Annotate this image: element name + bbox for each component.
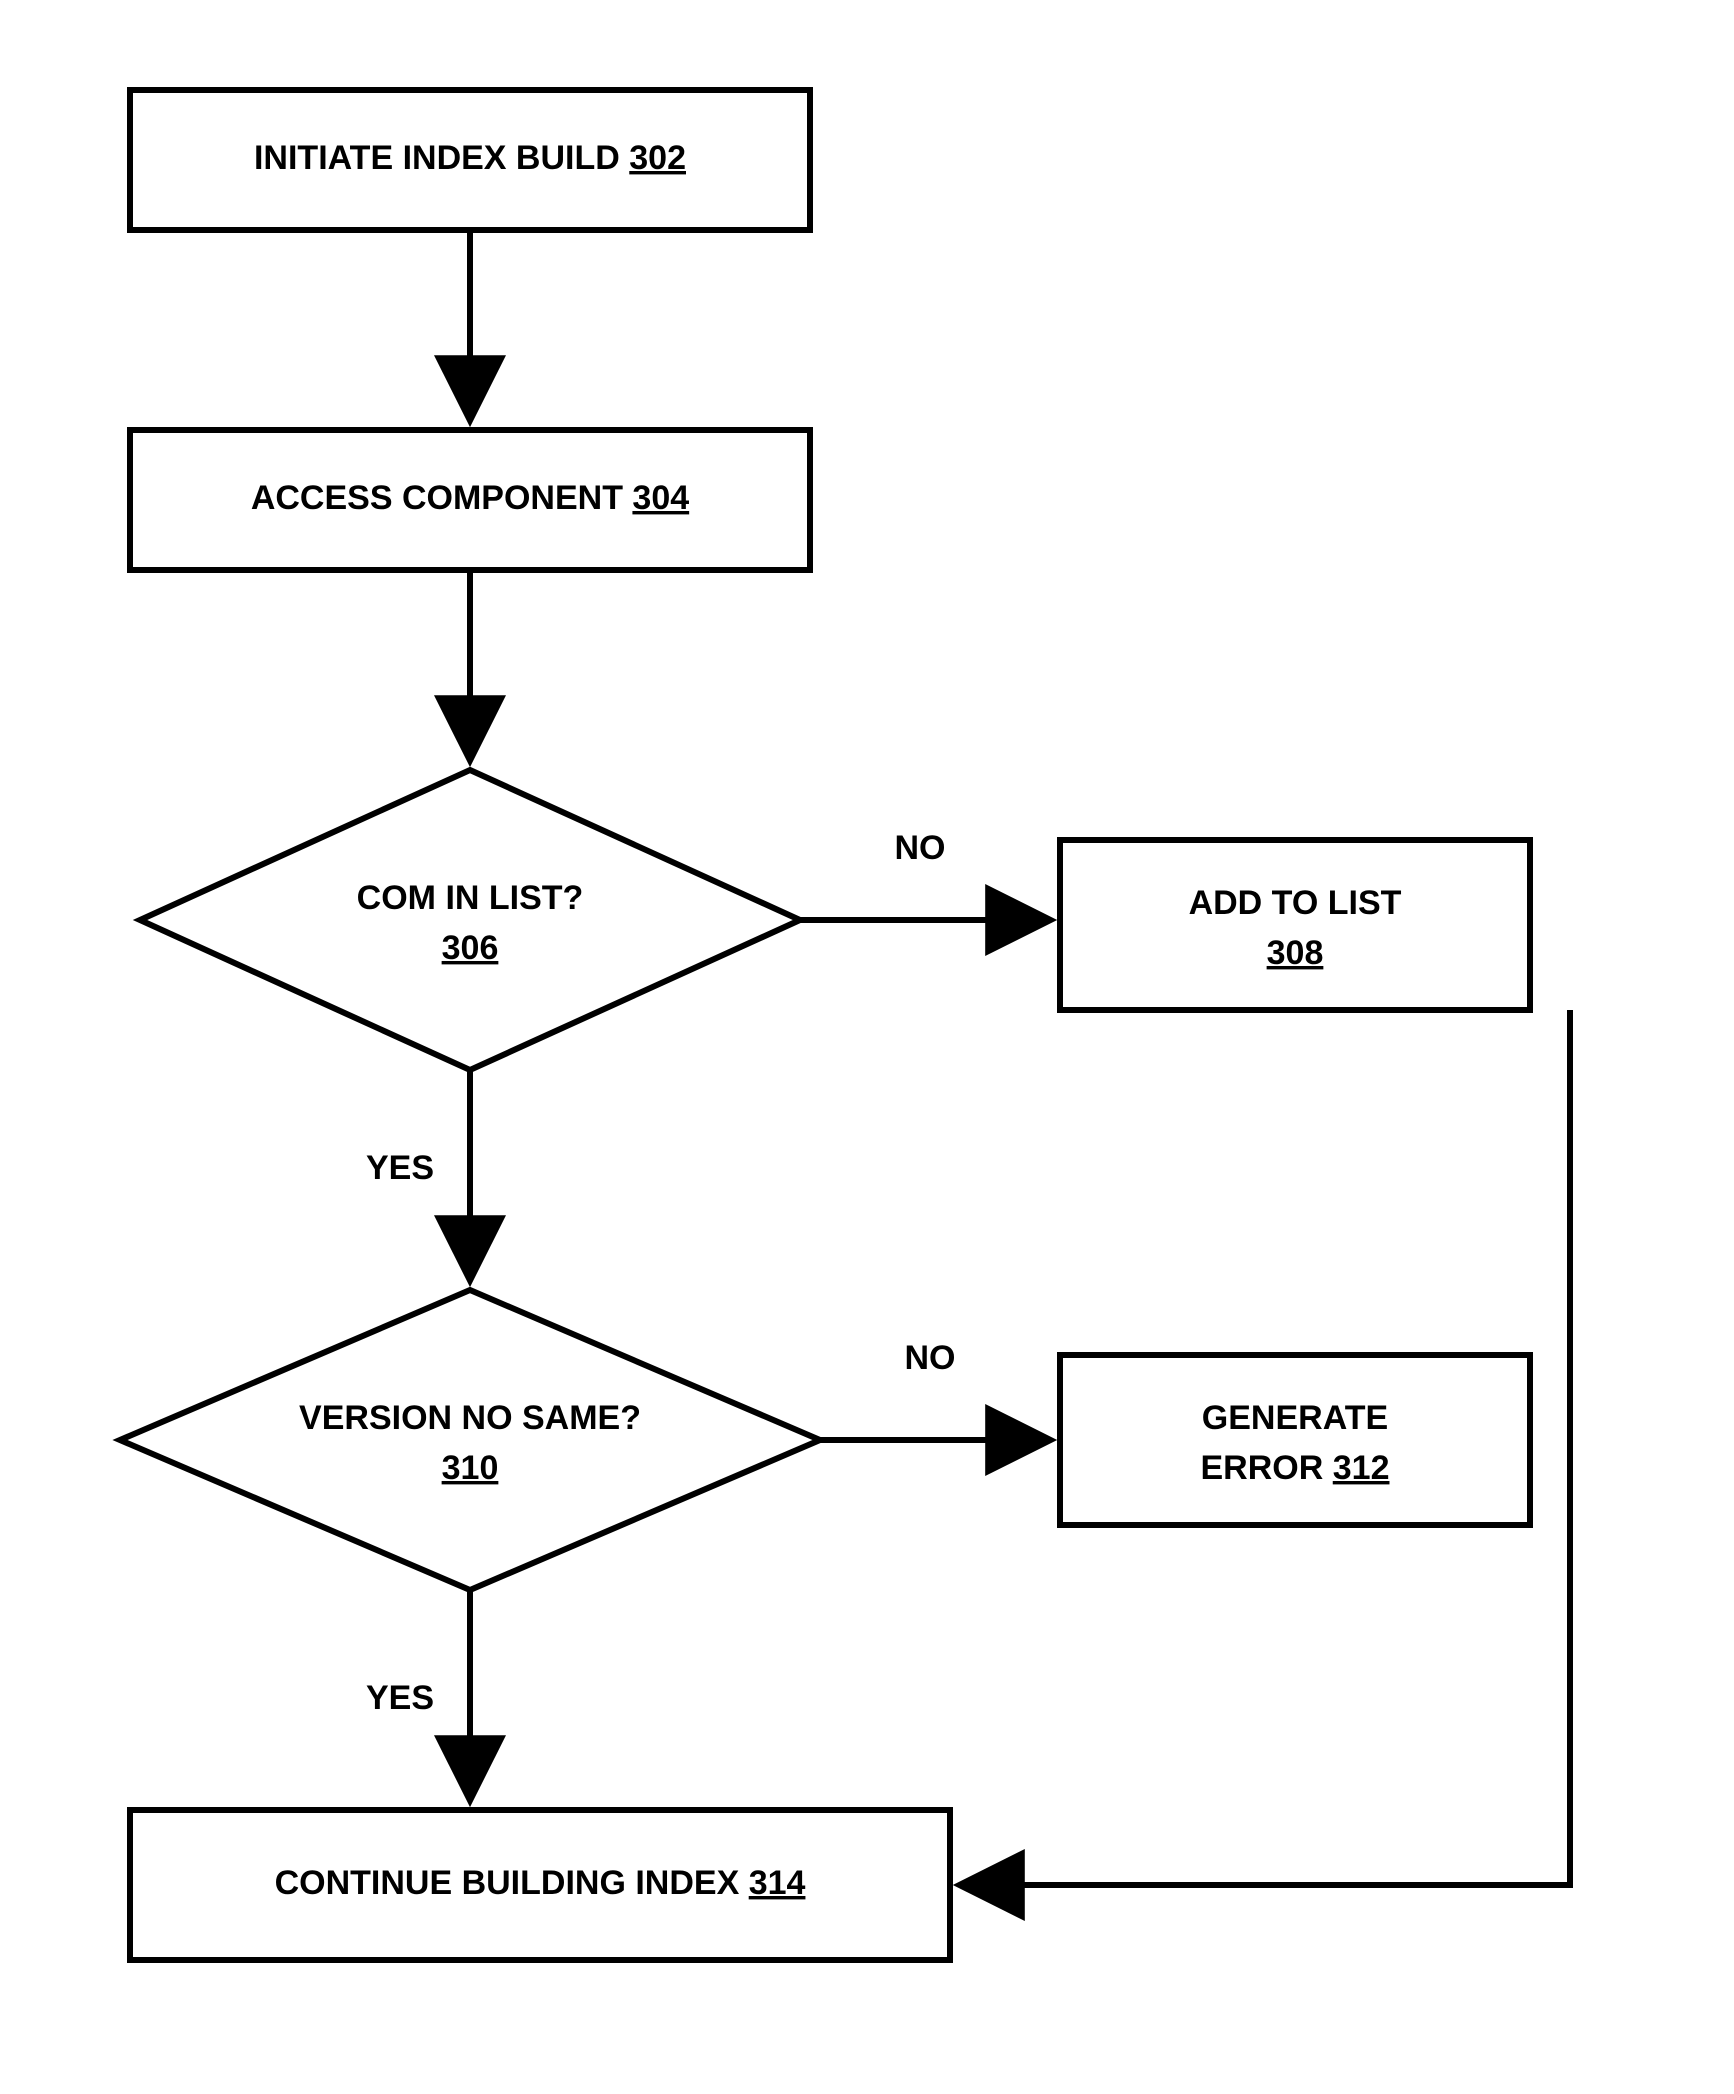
node-com-in-list: COM IN LIST? 306: [140, 770, 800, 1070]
node-314-ref: 314: [749, 1864, 806, 1902]
node-initiate-index-build: INITIATE INDEX BUILD 302: [130, 90, 810, 230]
node-generate-error: GENERATE ERROR 312: [1060, 1355, 1530, 1525]
node-304-label: ACCESS COMPONENT: [251, 479, 623, 517]
node-308-ref: 308: [1267, 934, 1324, 972]
node-310-label: VERSION NO SAME?: [299, 1399, 641, 1437]
node-302-label: INITIATE INDEX BUILD: [254, 139, 620, 177]
svg-text:ACCESS COMPONENT: ACCESS COMPONENT 304: [251, 479, 689, 517]
node-312-ref: 312: [1333, 1449, 1390, 1487]
node-306-ref: 306: [442, 929, 499, 967]
node-304-ref: 304: [632, 479, 689, 517]
node-continue-building-index: CONTINUE BUILDING INDEX 314: [130, 1810, 950, 1960]
node-308-label: ADD TO LIST: [1189, 884, 1402, 922]
node-312-label-b: ERROR: [1201, 1449, 1324, 1487]
edge-310-yes-label: YES: [366, 1679, 434, 1717]
node-access-component: ACCESS COMPONENT 304: [130, 430, 810, 570]
node-306-label: COM IN LIST?: [357, 879, 584, 917]
node-add-to-list: ADD TO LIST 308: [1060, 840, 1530, 1010]
svg-text:ERROR 312: ERROR 312: [1201, 1449, 1390, 1487]
node-310-ref: 310: [442, 1449, 499, 1487]
svg-text:CONTINUE BUILDING INDEX: CONTINUE BUILDING INDEX 314: [275, 1864, 806, 1902]
node-314-label: CONTINUE BUILDING INDEX: [275, 1864, 740, 1902]
flowchart: INITIATE INDEX BUILD 302 ACCESS COMPONEN…: [0, 0, 1734, 2094]
node-312-label-a: GENERATE: [1202, 1399, 1388, 1437]
edge-306-yes-label: YES: [366, 1149, 434, 1187]
node-302-ref: 302: [629, 139, 686, 177]
svg-text:INITIATE INDEX BUILD: INITIATE INDEX BUILD 302: [254, 139, 686, 177]
edge-310-no-label: NO: [905, 1339, 956, 1377]
node-version-no-same: VERSION NO SAME? 310: [120, 1290, 820, 1590]
edge-306-no-label: NO: [895, 829, 946, 867]
